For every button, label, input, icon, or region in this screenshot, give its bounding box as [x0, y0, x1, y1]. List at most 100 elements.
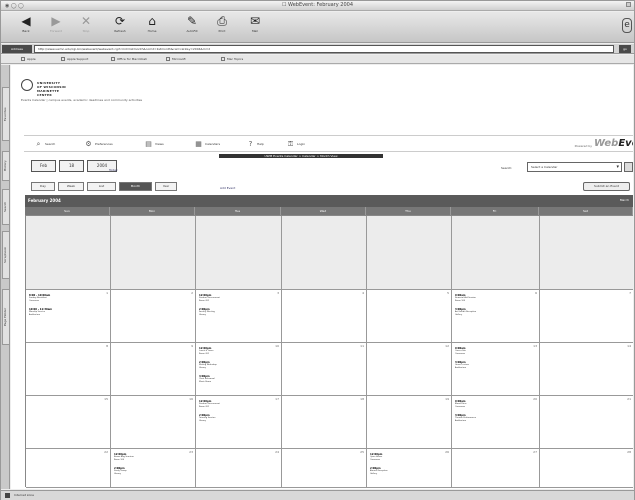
calendar-event[interactable]: 3:00pm Theatre Performance Auditorium [455, 414, 476, 423]
day-cell[interactable]: 10 12:00pm Lunch & Learn Room 201 2:00pm Writ… [196, 343, 282, 396]
day-cell[interactable]: 14 [540, 343, 633, 396]
forward-button[interactable]: ▶ Forward [45, 15, 67, 34]
title-bar[interactable]: ◉ ◯ ◯ ☐ WebEvent: February 2004 [1, 1, 634, 11]
nav-search[interactable]: ⌕ Search [34, 140, 56, 149]
favorite-support[interactable]: Apple Support [61, 56, 88, 63]
today-link[interactable]: Today [109, 168, 118, 172]
day-cell[interactable]: 26 12:00pm Open House Commons 2:00pm Alumni R… [367, 449, 452, 488]
day-cell[interactable]: 22 [26, 449, 111, 488]
calendar-event[interactable]: 9:00am Financial Aid Session Room 105 [455, 294, 476, 303]
day-cell[interactable] [452, 216, 540, 290]
day-cell[interactable] [111, 216, 196, 290]
event-title: Worship Service [29, 311, 46, 313]
calendar-event[interactable]: 2:00pm Tutoring Session Library [199, 414, 215, 423]
day-cell[interactable]: 9 [111, 343, 196, 396]
day-cell[interactable] [26, 216, 111, 290]
day-cell[interactable]: 27 [452, 449, 540, 488]
nav-login[interactable]: ⚿ Login [286, 140, 305, 149]
calendar-event[interactable]: 9:00am Career Fair Commons [455, 347, 466, 356]
side-tab-page-holder[interactable]: Page Holder [2, 289, 9, 345]
view-tab-week[interactable]: Week [58, 182, 84, 191]
calendar-event[interactable]: 12:00pm Open House Commons [370, 453, 382, 462]
favorite-office[interactable]: Office for Macintosh [111, 56, 147, 63]
calendar-event[interactable]: 10:00 - 11:30am Worship Service Auditorium [29, 308, 52, 317]
calendar-event[interactable]: 3:00pm Guest Lecture Auditorium [455, 361, 469, 370]
calendar-event[interactable]: 2:00pm Faculty Meeting Library [199, 308, 215, 317]
calendar-event[interactable]: 9:00am Blood Drive Commons [455, 400, 467, 409]
favorite-apple[interactable]: Apple [21, 56, 36, 63]
day-cell[interactable]: 3 12:00pm Student Government Room 201 2:00pm… [196, 290, 282, 343]
view-tab-month[interactable]: Month [119, 182, 152, 191]
day-cell[interactable]: 20 9:00am Blood Drive Commons 3:00pm Theatre … [452, 396, 540, 449]
day-cell[interactable]: 13 9:00am Career Fair Commons 3:00pm Guest Le… [452, 343, 540, 396]
day-cell[interactable]: 24 [196, 449, 282, 488]
day-cell[interactable]: 12 [367, 343, 452, 396]
campus-logo[interactable]: UNIVERSITY OF WISCONSIN MARINETTE CENTER… [21, 79, 142, 111]
day-cell[interactable]: 11 [282, 343, 367, 396]
day-select[interactable]: 18 [59, 160, 84, 172]
side-tab-history[interactable]: History [2, 151, 9, 181]
calendar-event[interactable]: 12:00pm Brown Bag Seminar Room 105 [114, 453, 134, 462]
nav-preferences[interactable]: ⚙ Preferences [84, 140, 112, 149]
submit-event-button[interactable]: Submit an Event [583, 182, 630, 191]
day-cell[interactable]: 4 [282, 290, 367, 343]
day-cell[interactable]: 16 [111, 396, 196, 449]
day-cell[interactable]: 18 [282, 396, 367, 449]
calendar-event[interactable]: 3:00pm Art Exhibit Reception Gallery [455, 308, 476, 317]
calendar-event[interactable]: 8:00 - 10:00am Sunday Breakfast Commons [29, 294, 50, 303]
weekday-header-row: Sun Mon Tue Wed Thu Fri Sat [25, 207, 633, 215]
nav-help[interactable]: ? Help [246, 140, 264, 149]
day-cell[interactable]: 15 [26, 396, 111, 449]
day-cell[interactable]: 23 12:00pm Brown Bag Seminar Room 105 2:00pm… [111, 449, 196, 488]
calendar-event[interactable]: 2:00pm Study Group Library [114, 467, 127, 476]
day-cell[interactable] [540, 216, 633, 290]
favorite-mac[interactable]: Mac Topics [221, 56, 243, 63]
day-cell[interactable]: 21 [540, 396, 633, 449]
calendar-event[interactable]: 12:00pm Student Government Room 201 [199, 400, 220, 409]
calendar-event[interactable]: 12:00pm Lunch & Learn Room 201 [199, 347, 213, 356]
calendar-event[interactable]: 4:00pm Choir Rehearsal Music Room [199, 375, 215, 384]
view-tab-day[interactable]: Day [31, 182, 55, 191]
day-cell[interactable] [367, 216, 452, 290]
refresh-button[interactable]: ⟳ Refresh [109, 15, 131, 34]
calendar-event[interactable]: 2:00pm Alumni Reception Gallery [370, 467, 388, 476]
nav-views[interactable]: ▤ Views [144, 140, 164, 149]
view-tab-list[interactable]: List [87, 182, 116, 191]
day-cell[interactable]: 25 [282, 449, 367, 488]
side-tab-scrapbook[interactable]: Scrapbook [2, 231, 9, 279]
day-cell[interactable]: 28 [540, 449, 633, 488]
view-tab-year[interactable]: Year [155, 182, 177, 191]
day-cell[interactable]: 6 9:00am Financial Aid Session Room 105 3:00… [452, 290, 540, 343]
day-cell[interactable]: 1 8:00 - 10:00am Sunday Breakfast Commons 10… [26, 290, 111, 343]
day-cell[interactable]: 8 [26, 343, 111, 396]
webevent-logo[interactable]: WebEvent [594, 138, 633, 150]
go-button[interactable]: go [619, 45, 631, 53]
favorite-ms[interactable]: Microsoft [166, 56, 186, 63]
status-bar: Internet zone [1, 490, 634, 500]
month-select[interactable]: Feb [31, 160, 56, 172]
calendar-event[interactable]: 2:00pm Writing Workshop Library [199, 361, 217, 370]
day-cell[interactable] [196, 216, 282, 290]
day-cell[interactable]: 19 [367, 396, 452, 449]
day-cell[interactable]: 5 [367, 290, 452, 343]
next-month-link[interactable]: March [620, 198, 629, 202]
nav-calendars[interactable]: ▦ Calendars [194, 140, 220, 149]
day-cell[interactable]: 17 12:00pm Student Government Room 201 2:00p… [196, 396, 282, 449]
url-field[interactable]: http://www.uwmc.edu/cgi-bin/webevent/web… [34, 45, 614, 53]
calendar-search-select[interactable]: Select a Calendar ▾ [527, 162, 622, 172]
calendar-event[interactable]: 12:00pm Student Government Room 201 [199, 294, 220, 303]
day-cell[interactable]: 7 [540, 290, 633, 343]
day-cell[interactable] [282, 216, 367, 290]
zoom-button[interactable] [626, 2, 631, 7]
print-button[interactable]: ⎙ Print [211, 15, 233, 34]
autofill-button[interactable]: ✎ AutoFill [181, 15, 203, 34]
home-button[interactable]: ⌂ Home [141, 15, 163, 34]
add-event-link[interactable]: Add Event [220, 186, 235, 190]
day-cell[interactable]: 2 [111, 290, 196, 343]
side-tab-search[interactable]: Search [2, 189, 9, 225]
side-tab-favorites[interactable]: Favorites [2, 87, 9, 141]
mail-button[interactable]: ✉ Mail [244, 15, 266, 34]
stop-button[interactable]: ✕ Stop [75, 15, 97, 34]
back-button[interactable]: ◀ Back [15, 15, 37, 34]
search-go-button[interactable] [624, 162, 633, 172]
